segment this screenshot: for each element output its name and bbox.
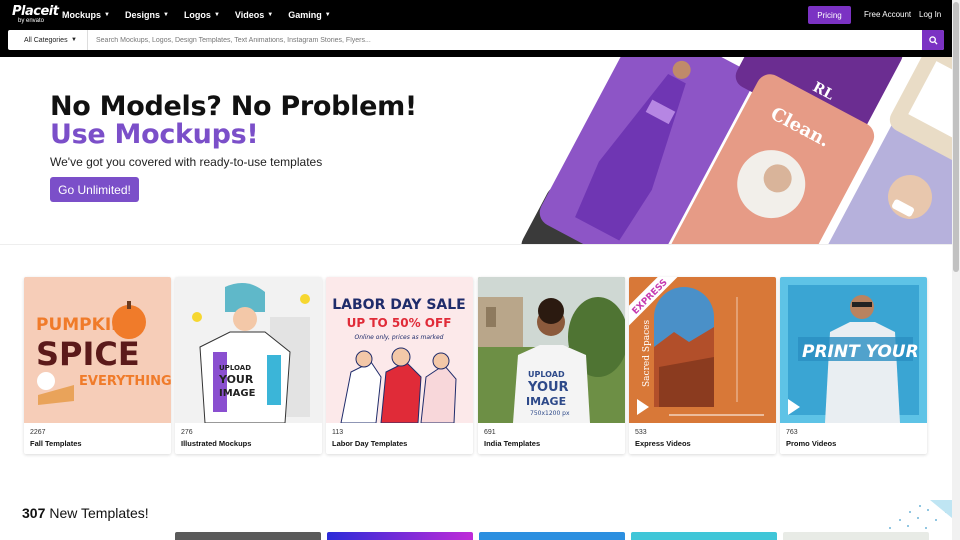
menu-label: Designs (124, 10, 160, 20)
free-account-link[interactable]: Free Account (864, 10, 911, 19)
card-title: Illustrated Mockups (181, 439, 252, 448)
new-templates-label: New Templates! (49, 505, 149, 521)
menu-label: Gaming (288, 10, 322, 20)
search-input[interactable] (88, 30, 922, 50)
chevron-down-icon: ▼ (162, 12, 169, 18)
card-thumbnail: EXPRESS Sacred Spaces (629, 277, 776, 423)
card-count: 113 (332, 429, 344, 436)
chevron-down-icon: ▼ (267, 12, 274, 18)
main-menu: Mockups ▼ Designs ▼ Logos ▼ Videos ▼ Gaming ▼ (62, 0, 346, 30)
svg-text:SPICE: SPICE (36, 335, 140, 373)
print-your-text: PRINT YOUR (802, 342, 919, 362)
illustrated-hoodie-art: UPLOAD YOUR IMAGE (192, 283, 310, 423)
svg-text:UPLOAD: UPLOAD (219, 364, 251, 372)
category-card-labor-day-templates[interactable]: LABOR DAY SALE UP TO 50% OFF Online only… (326, 277, 473, 454)
new-templates-count: 307 (22, 505, 46, 521)
search-button[interactable] (922, 30, 944, 50)
play-icon (788, 399, 800, 415)
card-thumbnail: PRINT YOUR (780, 277, 927, 423)
hero-subtitle: We've got you covered with ready-to-use … (50, 155, 323, 169)
login-link[interactable]: Log In (919, 10, 941, 19)
svg-text:EVERYTHING!: EVERYTHING! (79, 374, 171, 389)
svg-text:YOUR: YOUR (527, 380, 569, 395)
menu-label: Videos (234, 10, 265, 20)
card-thumbnail: PUMPKIN SPICE EVERYTHING! (24, 277, 171, 423)
svg-text:PUMPKIN: PUMPKIN (36, 315, 125, 335)
labor-day-heading: LABOR DAY SALE (332, 297, 466, 313)
card-count: 763 (786, 429, 798, 436)
hero-banner: No Models? No Problem! Use Mockups! We'v… (0, 57, 952, 245)
new-template-thumb[interactable] (175, 532, 321, 540)
category-card-india-templates[interactable]: UPLOAD YOUR IMAGE 750x1200 px 691 India … (478, 277, 625, 454)
search-bar: All Categories ▼ (0, 30, 952, 57)
card-count: 2267 (30, 429, 46, 436)
svg-text:IMAGE: IMAGE (526, 395, 566, 408)
menu-videos[interactable]: Videos ▼ (235, 10, 273, 20)
new-templates-heading: 307 New Templates! (22, 505, 149, 521)
menu-mockups[interactable]: Mockups ▼ (62, 10, 110, 20)
card-count: 533 (635, 429, 647, 436)
svg-text:UPLOAD: UPLOAD (528, 370, 565, 379)
scrollbar-thumb[interactable] (953, 2, 959, 272)
chevron-down-icon: ▼ (213, 12, 220, 18)
india-size-note: 750x1200 px (530, 410, 570, 417)
placeit-logo[interactable]: Placeit by envato (12, 4, 59, 24)
chevron-down-icon: ▼ (324, 12, 331, 18)
category-card-express-videos[interactable]: EXPRESS Sacred Spaces 533 Express Videos (629, 277, 776, 454)
menu-gaming[interactable]: Gaming ▼ (288, 10, 330, 20)
top-nav: Placeit by envato Mockups ▼ Designs ▼ Logo… (0, 0, 952, 30)
card-thumbnail: UPLOAD YOUR IMAGE 750x1200 px (478, 277, 625, 423)
new-template-thumb[interactable] (327, 532, 473, 540)
labor-day-note: Online only, prices as marked (355, 334, 444, 341)
labor-day-discount: UP TO 50% OFF (347, 316, 452, 330)
menu-designs[interactable]: Designs ▼ (125, 10, 169, 20)
category-card-fall-templates[interactable]: PUMPKIN SPICE EVERYTHING! 2267 Fall Temp… (24, 277, 171, 454)
page-scrollbar[interactable] (952, 0, 960, 540)
hero-collage-image: RL Clean. (521, 57, 952, 244)
new-template-thumb[interactable] (631, 532, 777, 540)
card-title: Fall Templates (30, 439, 82, 448)
new-template-thumb[interactable] (479, 532, 625, 540)
svg-text:IMAGE: IMAGE (219, 388, 256, 399)
hero-headline-accent: Use Mockups! (50, 119, 259, 150)
pumpkin-spice-art: PUMPKIN SPICE EVERYTHING! (36, 301, 171, 405)
logo-text: Placeit (12, 4, 59, 19)
card-count: 691 (484, 429, 496, 436)
labor-day-art: LABOR DAY SALE UP TO 50% OFF Online only… (332, 297, 466, 423)
search-box: All Categories ▼ (8, 30, 944, 50)
menu-label: Mockups (62, 10, 102, 20)
card-count: 276 (181, 429, 193, 436)
hero-headline: No Models? No Problem! (50, 91, 417, 122)
promo-video-art: PRINT YOUR (788, 285, 919, 423)
category-select-value: All Categories (24, 36, 68, 44)
sacred-spaces-text: Sacred Spaces (642, 320, 652, 387)
category-card-illustrated-mockups[interactable]: UPLOAD YOUR IMAGE 276 Illustrated Mockup… (175, 277, 322, 454)
category-card-promo-videos[interactable]: PRINT YOUR 763 Promo Videos (780, 277, 927, 454)
new-template-thumb[interactable] (783, 532, 929, 540)
card-title: Labor Day Templates (332, 439, 408, 448)
card-title: Promo Videos (786, 439, 837, 448)
pricing-button[interactable]: Pricing (808, 6, 851, 24)
menu-logos[interactable]: Logos ▼ (184, 10, 220, 20)
play-icon (637, 399, 649, 415)
chevron-down-icon: ▼ (71, 37, 77, 43)
card-title: India Templates (484, 439, 541, 448)
category-select[interactable]: All Categories ▼ (8, 30, 88, 50)
india-tshirt-art: UPLOAD YOUR IMAGE 750x1200 px (478, 277, 625, 423)
chevron-down-icon: ▼ (104, 12, 110, 18)
card-thumbnail: UPLOAD YOUR IMAGE (175, 277, 322, 423)
svg-text:YOUR: YOUR (218, 373, 254, 386)
menu-label: Logos (183, 10, 211, 20)
search-icon (928, 35, 938, 45)
card-title: Express Videos (635, 439, 691, 448)
card-thumbnail: LABOR DAY SALE UP TO 50% OFF Online only… (326, 277, 473, 423)
go-unlimited-button[interactable]: Go Unlimited! (50, 177, 139, 202)
express-video-art: EXPRESS Sacred Spaces (629, 277, 764, 416)
